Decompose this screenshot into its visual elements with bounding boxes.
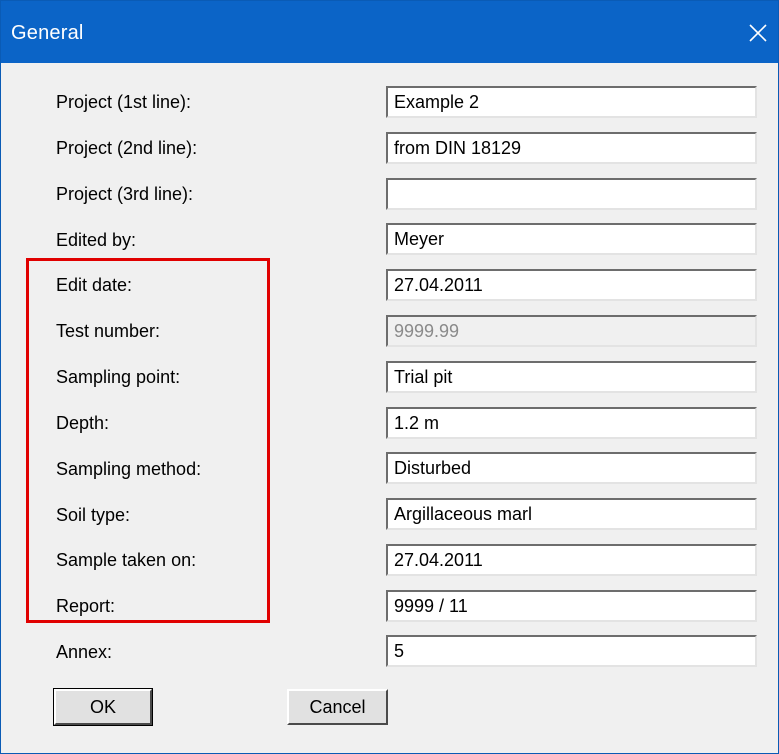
- test-number-input: 9999.99: [386, 315, 757, 347]
- title-bar[interactable]: General: [1, 1, 778, 63]
- label-project-3rd-line: Project (3rd line):: [56, 184, 194, 204]
- edit-date-input[interactable]: 27.04.2011: [386, 269, 757, 301]
- sampling-point-input[interactable]: Trial pit: [386, 361, 757, 393]
- dialog-title: General: [11, 22, 84, 44]
- ok-button[interactable]: OK: [53, 688, 153, 726]
- label-project-2nd-line: Project (2nd line):: [56, 138, 198, 158]
- edited-by-input[interactable]: Meyer: [386, 223, 757, 255]
- label-annex: Annex:: [56, 642, 113, 662]
- cancel-button[interactable]: Cancel: [287, 689, 388, 725]
- general-dialog: General Project (1st line): Project (2nd…: [0, 0, 779, 754]
- project-1st-line-input[interactable]: Example 2: [386, 86, 757, 118]
- annex-input[interactable]: 5: [386, 635, 757, 667]
- close-icon: [749, 24, 767, 42]
- sampling-method-input[interactable]: Disturbed: [386, 452, 757, 484]
- project-2nd-line-input[interactable]: from DIN 18129: [386, 132, 757, 164]
- soil-type-input[interactable]: Argillaceous marl: [386, 498, 757, 530]
- depth-input[interactable]: 1.2 m: [386, 407, 757, 439]
- sample-taken-on-input[interactable]: 27.04.2011: [386, 544, 757, 576]
- close-button[interactable]: [738, 13, 778, 53]
- label-project-1st-line: Project (1st line):: [56, 92, 192, 112]
- highlight-box: [26, 258, 270, 623]
- label-edited-by: Edited by:: [56, 230, 137, 250]
- report-input[interactable]: 9999 / 11: [386, 590, 757, 622]
- project-3rd-line-input[interactable]: [386, 178, 757, 210]
